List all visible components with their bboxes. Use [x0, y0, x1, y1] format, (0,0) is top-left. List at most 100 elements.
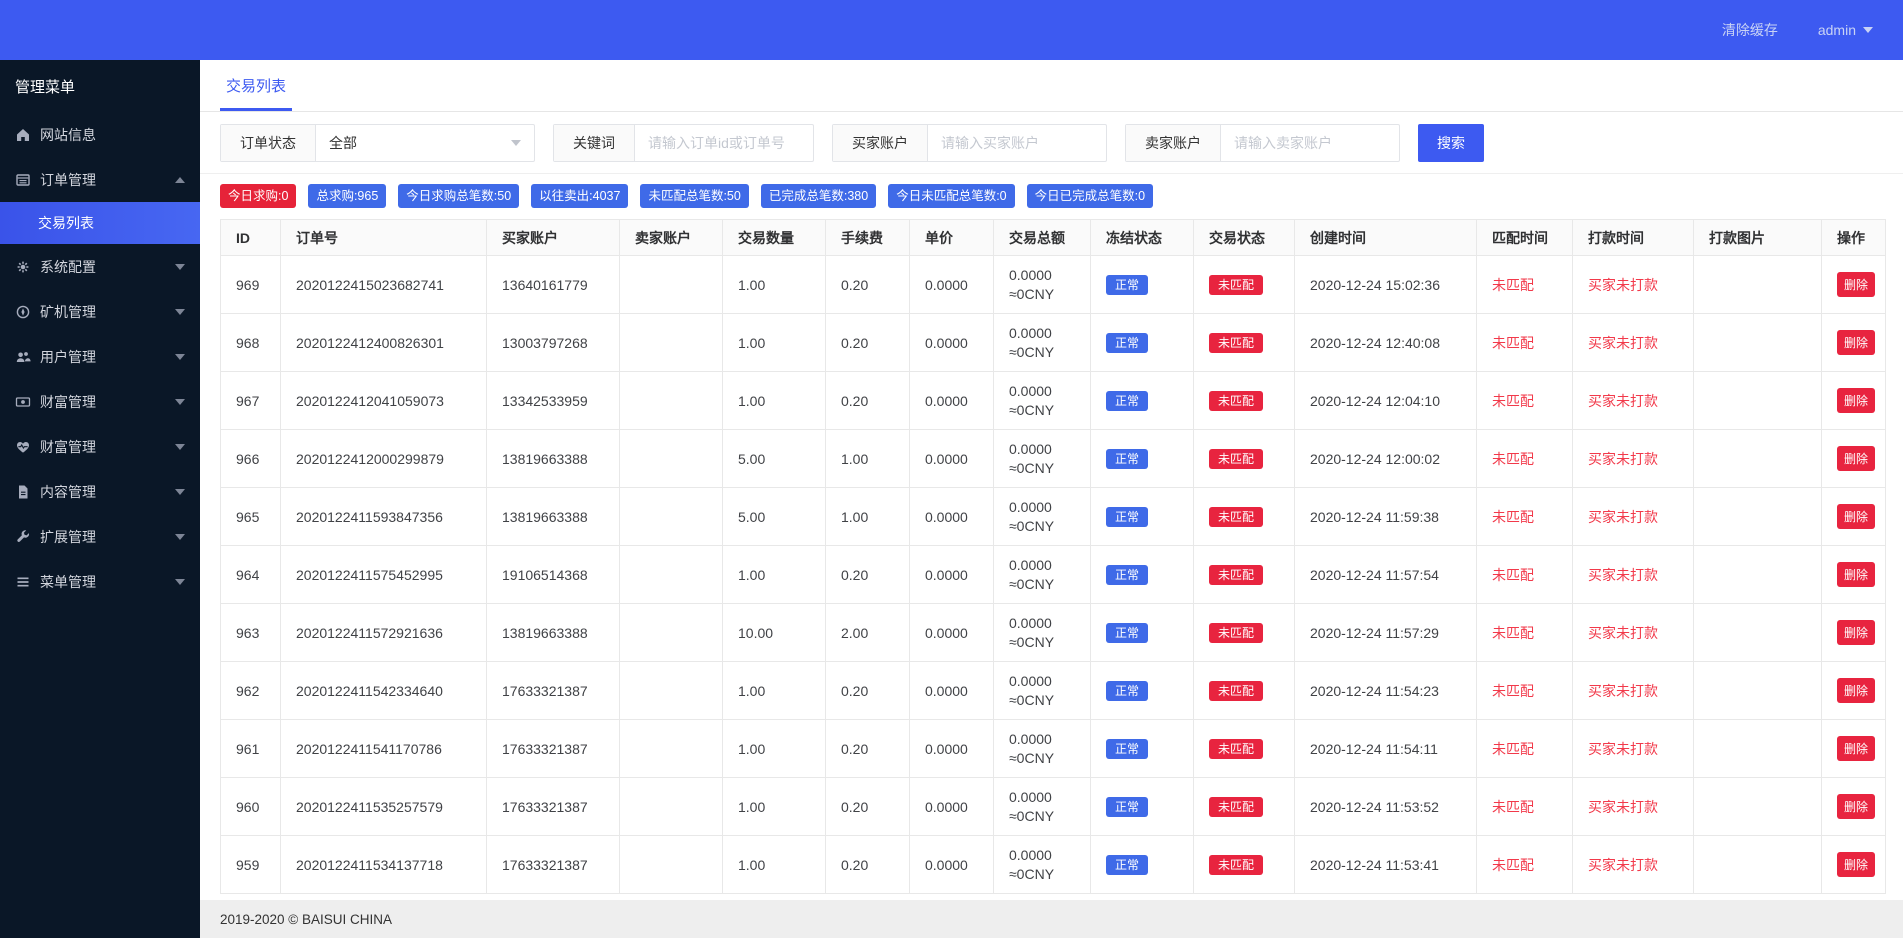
sidebar-item-label: 财富管理 [40, 437, 96, 457]
match-time-text: 未匹配 [1492, 509, 1534, 525]
sidebar-item-extension-mgmt[interactable]: 扩展管理 [0, 514, 200, 559]
sidebar-item-label: 内容管理 [40, 482, 96, 502]
cell-created-time: 2020-12-24 12:04:10 [1295, 372, 1477, 430]
sidebar-item-site-info[interactable]: 网站信息 [0, 112, 200, 157]
cell-buyer-account: 13003797268 [487, 314, 620, 372]
pay-time-text: 买家未打款 [1588, 799, 1658, 815]
cell-pay-time: 买家未打款 [1573, 314, 1694, 372]
delete-button[interactable]: 删除 [1837, 852, 1875, 877]
miner-icon [15, 304, 31, 320]
cell-order-no: 2020122412041059073 [281, 372, 487, 430]
cell-id: 963 [221, 604, 281, 662]
sidebar-title: 管理菜单 [0, 60, 200, 112]
order-status-label: 订单状态 [221, 125, 316, 161]
cell-trade-status: 未匹配 [1194, 546, 1295, 604]
sidebar-item-menu-mgmt[interactable]: 菜单管理 [0, 559, 200, 604]
trade-status-badge: 未匹配 [1209, 275, 1263, 295]
cell-quantity: 1.00 [723, 314, 826, 372]
buyer-input[interactable] [928, 125, 1106, 161]
cell-pay-image [1694, 836, 1822, 894]
cell-id: 968 [221, 314, 281, 372]
cell-unit-price: 0.0000 [910, 430, 994, 488]
table-row: 9612020122411541170786176333213871.000.2… [221, 720, 1886, 778]
pay-time-text: 买家未打款 [1588, 509, 1658, 525]
cell-order-no: 2020122412400826301 [281, 314, 487, 372]
delete-button[interactable]: 删除 [1837, 620, 1875, 645]
cell-freeze-status: 正常 [1091, 430, 1194, 488]
delete-button[interactable]: 删除 [1837, 330, 1875, 355]
sidebar-item-order-mgmt[interactable]: 订单管理 [0, 157, 200, 202]
cell-action: 删除 [1822, 314, 1886, 372]
order-status-select[interactable]: 全部 [316, 125, 534, 161]
column-header: 交易状态 [1194, 220, 1295, 256]
delete-button[interactable]: 删除 [1837, 794, 1875, 819]
cell-id: 965 [221, 488, 281, 546]
chevron-down-icon [175, 534, 185, 540]
freeze-status-badge: 正常 [1106, 507, 1148, 527]
clear-cache-link[interactable]: 清除缓存 [1722, 20, 1778, 40]
delete-button[interactable]: 删除 [1837, 272, 1875, 297]
cell-unit-price: 0.0000 [910, 720, 994, 778]
cell-action: 删除 [1822, 662, 1886, 720]
home-icon [15, 127, 31, 143]
cell-total-amount: 0.0000≈0CNY [994, 836, 1091, 894]
sidebar-item-content-mgmt[interactable]: 内容管理 [0, 469, 200, 514]
column-header: 创建时间 [1295, 220, 1477, 256]
table-header-row: ID订单号买家账户卖家账户交易数量手续费单价交易总额冻结状态交易状态创建时间匹配… [221, 220, 1886, 256]
match-time-text: 未匹配 [1492, 741, 1534, 757]
sidebar-item-miner-mgmt[interactable]: 矿机管理 [0, 289, 200, 334]
trade-status-badge: 未匹配 [1209, 391, 1263, 411]
column-header: 手续费 [826, 220, 910, 256]
delete-button[interactable]: 删除 [1837, 446, 1875, 471]
cell-pay-time: 买家未打款 [1573, 546, 1694, 604]
freeze-status-badge: 正常 [1106, 275, 1148, 295]
cell-total-amount: 0.0000≈0CNY [994, 372, 1091, 430]
delete-button[interactable]: 删除 [1837, 678, 1875, 703]
search-button[interactable]: 搜索 [1418, 124, 1484, 162]
sidebar-item-wealth-mgmt-1[interactable]: 财富管理 [0, 379, 200, 424]
cell-freeze-status: 正常 [1091, 546, 1194, 604]
cell-pay-image [1694, 778, 1822, 836]
sidebar-item-user-mgmt[interactable]: 用户管理 [0, 334, 200, 379]
delete-button[interactable]: 删除 [1837, 388, 1875, 413]
keyword-input[interactable] [635, 125, 813, 161]
delete-button[interactable]: 删除 [1837, 562, 1875, 587]
cell-pay-image [1694, 546, 1822, 604]
cell-fee: 0.20 [826, 778, 910, 836]
freeze-status-badge: 正常 [1106, 391, 1148, 411]
cell-quantity: 1.00 [723, 778, 826, 836]
cell-freeze-status: 正常 [1091, 314, 1194, 372]
cell-buyer-account: 13342533959 [487, 372, 620, 430]
sidebar-item-wealth-mgmt-2[interactable]: 财富管理 [0, 424, 200, 469]
admin-menu[interactable]: admin [1818, 22, 1873, 38]
column-header: ID [221, 220, 281, 256]
cell-id: 969 [221, 256, 281, 314]
cell-freeze-status: 正常 [1091, 372, 1194, 430]
delete-button[interactable]: 删除 [1837, 504, 1875, 529]
cell-fee: 0.20 [826, 314, 910, 372]
cell-id: 967 [221, 372, 281, 430]
delete-button[interactable]: 删除 [1837, 736, 1875, 761]
file-icon [15, 484, 31, 500]
app-root: 清除缓存 admin 管理菜单 网站信息订单管理交易列表系统配置矿机管理用户管理… [0, 0, 1903, 938]
column-header: 买家账户 [487, 220, 620, 256]
cell-fee: 0.20 [826, 720, 910, 778]
seller-input[interactable] [1221, 125, 1399, 161]
sidebar-subitem-trade-list[interactable]: 交易列表 [0, 202, 200, 244]
cell-freeze-status: 正常 [1091, 662, 1194, 720]
sidebar-item-label: 财富管理 [40, 392, 96, 412]
tab-trade-list[interactable]: 交易列表 [220, 75, 292, 111]
sidebar-item-system-config[interactable]: 系统配置 [0, 244, 200, 289]
cell-fee: 0.20 [826, 662, 910, 720]
cell-pay-image [1694, 430, 1822, 488]
cell-pay-image [1694, 314, 1822, 372]
cell-action: 删除 [1822, 604, 1886, 662]
chevron-up-icon [175, 177, 185, 183]
pay-time-text: 买家未打款 [1588, 857, 1658, 873]
match-time-text: 未匹配 [1492, 683, 1534, 699]
seller-label: 卖家账户 [1126, 125, 1221, 161]
sidebar-item-label: 扩展管理 [40, 527, 96, 547]
cell-order-no: 2020122411593847356 [281, 488, 487, 546]
cell-created-time: 2020-12-24 11:54:23 [1295, 662, 1477, 720]
cell-seller-account [620, 372, 723, 430]
